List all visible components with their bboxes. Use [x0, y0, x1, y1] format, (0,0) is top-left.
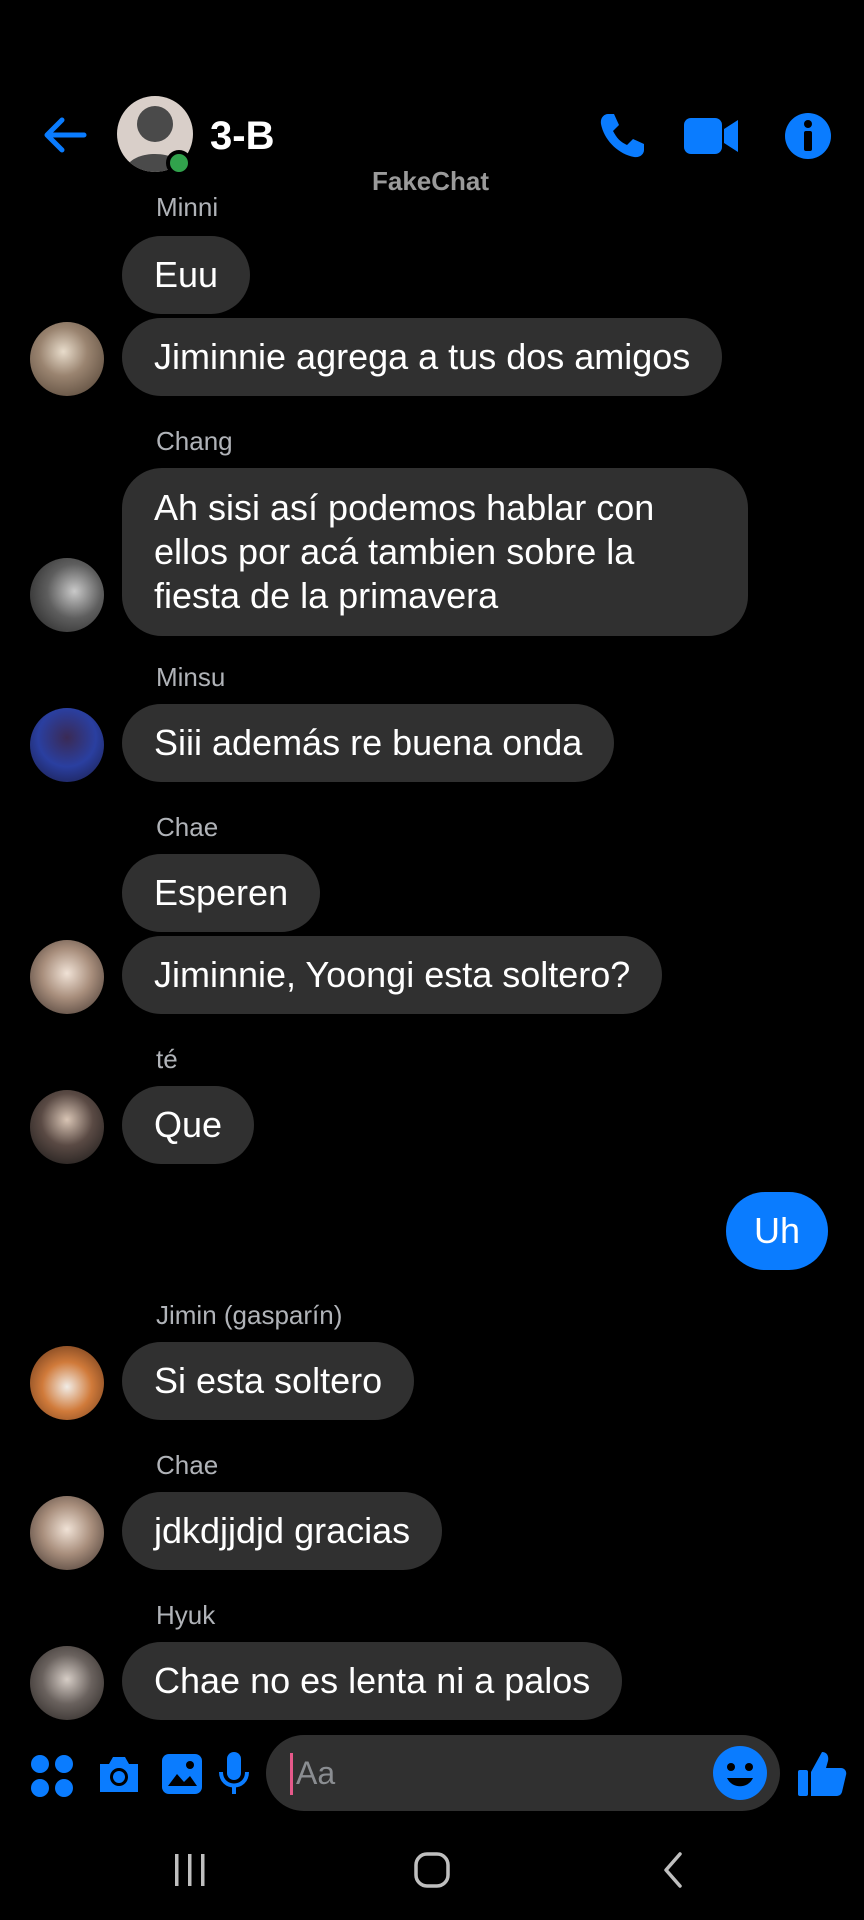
back-icon[interactable]: [654, 1850, 694, 1890]
info-icon[interactable]: [784, 112, 832, 160]
message-bubble[interactable]: Que: [122, 1086, 255, 1164]
thumbs-up-icon[interactable]: [796, 1748, 848, 1800]
message-bubble[interactable]: Jiminnie, Yoongi esta soltero?: [122, 936, 663, 1014]
avatar[interactable]: [30, 1646, 104, 1720]
message-bubble[interactable]: Si esta soltero: [122, 1342, 415, 1420]
phone-icon[interactable]: [596, 110, 648, 162]
video-camera-icon[interactable]: [682, 114, 740, 158]
back-arrow-icon[interactable]: [40, 110, 90, 160]
message-bubble[interactable]: Euu: [122, 236, 251, 314]
group-name[interactable]: 3-B: [210, 114, 274, 159]
avatar[interactable]: [30, 940, 104, 1014]
sender-name: Chang: [156, 426, 233, 456]
sender-name: Hyuk: [156, 1600, 216, 1630]
online-status-indicator: [166, 150, 192, 176]
avatar[interactable]: [30, 1496, 104, 1570]
camera-icon[interactable]: [96, 1752, 142, 1796]
message-bubble[interactable]: Jiminnie agrega a tus dos amigos: [122, 318, 723, 396]
message-composer: Aa: [0, 1730, 864, 1820]
avatar[interactable]: [30, 1090, 104, 1164]
gallery-icon[interactable]: [160, 1752, 204, 1796]
sender-name: té: [156, 1044, 178, 1074]
message-input-placeholder: Aa: [296, 1755, 336, 1791]
my-message-bubble[interactable]: Uh: [725, 1192, 828, 1270]
home-icon[interactable]: [412, 1850, 452, 1890]
system-navigation-bar: [0, 1820, 864, 1920]
avatar[interactable]: [30, 558, 104, 632]
message-bubble[interactable]: Chae no es lenta ni a palos: [122, 1642, 623, 1720]
sender-name: Jimin (gasparín): [156, 1300, 343, 1330]
avatar[interactable]: [30, 1346, 104, 1420]
emoji-icon[interactable]: [712, 1745, 768, 1801]
watermark-text: FakeChat: [372, 166, 490, 196]
message-bubble[interactable]: Ah sisi así podemos hablar con ellos por…: [122, 468, 748, 636]
message-bubble[interactable]: Esperen: [122, 854, 321, 932]
sender-name: Chae: [156, 812, 219, 842]
sender-name: Minni: [156, 192, 219, 222]
recent-apps-icon[interactable]: [170, 1850, 210, 1890]
sender-name: Minsu: [156, 662, 226, 692]
message-input[interactable]: Aa: [266, 1735, 780, 1811]
avatar[interactable]: [30, 708, 104, 782]
message-bubble[interactable]: jdkdjjdjd gracias: [122, 1492, 443, 1570]
text-cursor: [290, 1753, 293, 1795]
avatar[interactable]: [30, 322, 104, 396]
sender-name: Chae: [156, 1450, 219, 1480]
microphone-icon[interactable]: [218, 1750, 250, 1798]
message-bubble[interactable]: Siii además re buena onda: [122, 704, 615, 782]
apps-icon[interactable]: [30, 1754, 74, 1798]
